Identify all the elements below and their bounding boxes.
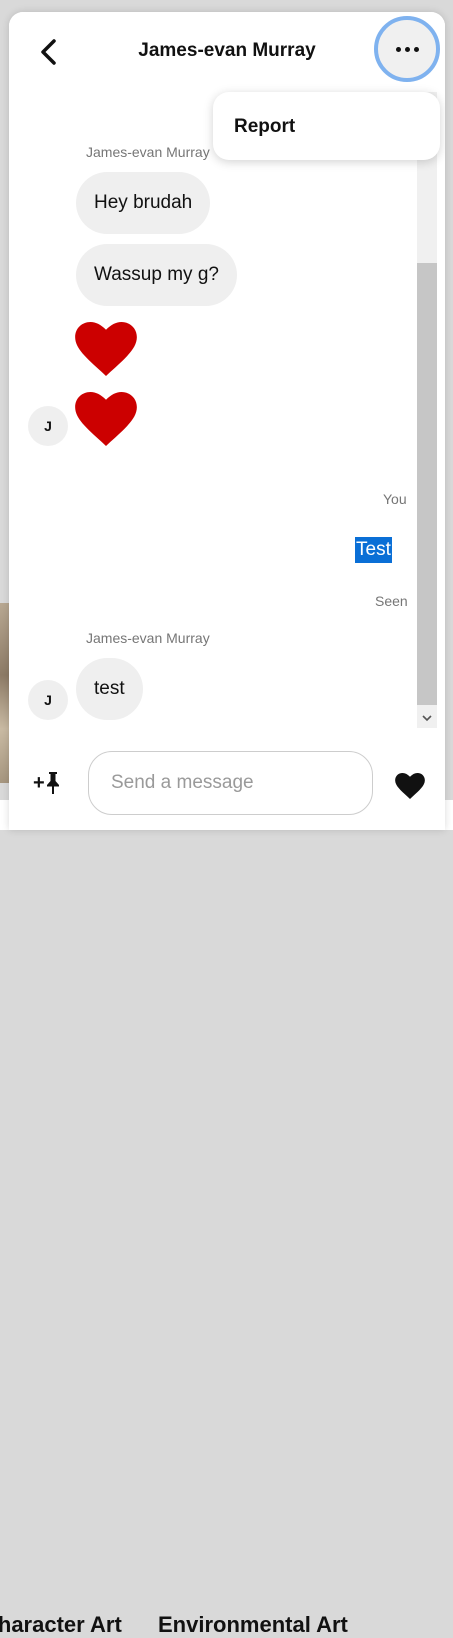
conversation-panel: James-evan Murray Report James-evan Murr…	[9, 12, 445, 830]
message-input[interactable]	[88, 751, 373, 815]
sender-you-label: You	[383, 491, 407, 507]
report-menu-item[interactable]: Report	[234, 116, 295, 138]
conversation-header: James-evan Murray	[9, 12, 445, 92]
heart-icon[interactable]	[395, 773, 425, 799]
scroll-down-button[interactable]	[417, 709, 437, 728]
scrollbar[interactable]	[417, 92, 437, 728]
message-bubble: test	[76, 658, 143, 720]
message-bubble: Hey brudah	[76, 172, 211, 234]
more-dots-icon	[404, 46, 410, 52]
plus-icon: +	[33, 772, 45, 794]
message-bubble: Wassup my g?	[76, 244, 237, 306]
avatar[interactable]: J	[28, 406, 68, 446]
message-composer: +	[9, 739, 445, 830]
message-list: James-evan Murray Hey brudah Wassup my g…	[9, 92, 417, 732]
background-pin-image	[0, 603, 9, 783]
sent-message-text: Test	[355, 537, 392, 563]
sender-name: James-evan Murray	[86, 630, 210, 646]
avatar[interactable]: J	[28, 680, 68, 720]
heart-icon	[75, 322, 137, 376]
options-menu: Report	[213, 92, 440, 160]
heart-icon	[75, 392, 137, 446]
scrollbar-thumb[interactable]	[417, 263, 437, 705]
seen-status: Seen	[375, 593, 408, 609]
more-dots-icon	[413, 46, 419, 52]
background-caption: Character Art	[0, 1612, 122, 1637]
chevron-down-icon	[422, 715, 432, 722]
more-options-button[interactable]	[374, 16, 440, 82]
attach-pin-button[interactable]: +	[33, 769, 69, 797]
background-caption: Environmental Art	[158, 1612, 348, 1637]
more-dots-icon	[395, 46, 401, 52]
sender-name: James-evan Murray	[86, 144, 210, 160]
pin-icon	[46, 772, 59, 794]
